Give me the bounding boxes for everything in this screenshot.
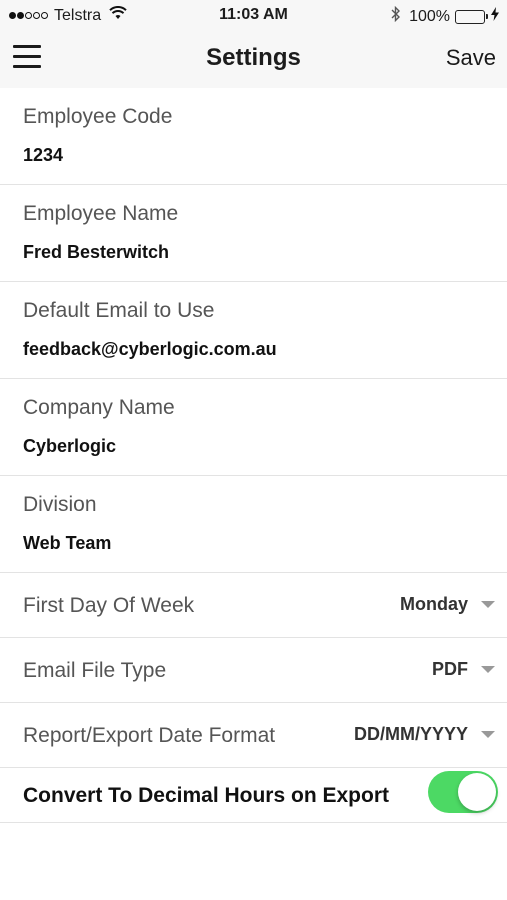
signal-strength-icon [9, 12, 49, 19]
status-left: Telstra [9, 6, 127, 25]
field-label: Division [23, 493, 97, 516]
decimal-hours-row: Convert To Decimal Hours on Export [0, 768, 507, 823]
date-format-select[interactable]: DD/MM/YYYY [354, 724, 495, 745]
select-label: Report/Export Date Format [23, 724, 276, 747]
wifi-icon [109, 6, 127, 25]
status-right: 100% [391, 5, 499, 27]
field-label: Employee Code [23, 105, 173, 128]
toggle-knob[interactable] [458, 773, 496, 811]
email-file-type-row: Email File Type PDF [0, 638, 507, 703]
caret-down-icon [481, 601, 495, 608]
field-label: Employee Name [23, 202, 179, 225]
company-name-field[interactable]: Cyberlogic [23, 436, 116, 457]
decimal-hours-toggle[interactable] [428, 771, 498, 813]
select-label: First Day Of Week [23, 594, 195, 617]
battery-icon [455, 9, 488, 24]
employee-name-row[interactable]: Employee Name Fred Besterwitch [0, 185, 507, 282]
toggle-label: Convert To Decimal Hours on Export [23, 784, 389, 807]
settings-list: Employee Code 1234 Employee Name Fred Be… [0, 88, 507, 823]
default-email-field[interactable]: feedback@cyberlogic.com.au [23, 339, 277, 360]
field-label: Company Name [23, 396, 175, 419]
field-label: Default Email to Use [23, 299, 215, 322]
caret-down-icon [481, 731, 495, 738]
carrier-name: Telstra [54, 6, 102, 24]
employee-code-field[interactable]: 1234 [23, 145, 63, 166]
select-value: DD/MM/YYYY [353, 724, 468, 744]
hamburger-menu-icon[interactable] [13, 45, 43, 71]
select-value: PDF [432, 659, 468, 679]
battery-percent: 100% [409, 7, 450, 25]
navigation-bar: Settings Save [0, 30, 507, 88]
page-title: Settings [206, 44, 301, 71]
division-row[interactable]: Division Web Team [0, 476, 507, 573]
email-file-type-select[interactable]: PDF [432, 659, 495, 680]
charging-bolt-icon [491, 7, 499, 26]
division-field[interactable]: Web Team [23, 533, 111, 554]
caret-down-icon [481, 666, 495, 673]
employee-name-field[interactable]: Fred Besterwitch [23, 242, 169, 263]
bluetooth-icon [391, 5, 401, 27]
select-label: Email File Type [23, 659, 167, 682]
employee-code-row[interactable]: Employee Code 1234 [0, 88, 507, 185]
company-name-row[interactable]: Company Name Cyberlogic [0, 379, 507, 476]
default-email-row[interactable]: Default Email to Use feedback@cyberlogic… [0, 282, 507, 379]
save-button[interactable]: Save [446, 45, 496, 71]
first-day-of-week-row: First Day Of Week Monday [0, 573, 507, 638]
first-day-of-week-select[interactable]: Monday [400, 594, 495, 615]
status-bar: Telstra 11:03 AM 100% [0, 0, 507, 30]
select-value: Monday [399, 594, 468, 614]
date-format-row: Report/Export Date Format DD/MM/YYYY [0, 703, 507, 768]
